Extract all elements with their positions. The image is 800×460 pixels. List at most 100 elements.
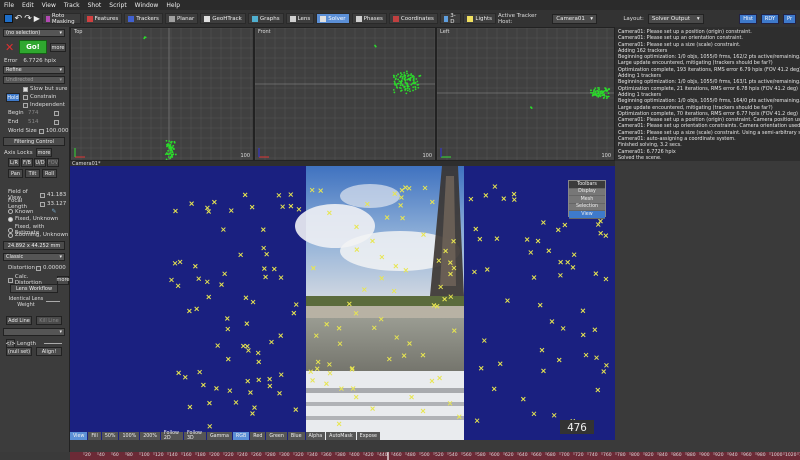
tracker-point[interactable] [599,95,602,98]
tracker-point[interactable] [172,147,175,150]
tracker-marker[interactable] [604,362,609,368]
tracker-marker[interactable] [278,333,284,339]
tracker-marker[interactable] [182,374,188,380]
room-phases-button[interactable]: Phases [351,13,387,24]
tracker-point[interactable] [607,92,610,95]
tracker-marker[interactable] [556,357,562,363]
axis-more-button[interactable]: more [36,148,52,157]
tracker-marker[interactable] [524,237,530,242]
tracker-point[interactable] [419,74,422,77]
room-3-d-button[interactable]: 3-D [439,13,462,25]
tracker-point[interactable] [397,82,400,85]
tracker-point[interactable] [393,76,395,79]
begin-checkbox[interactable] [54,110,59,116]
timeline[interactable]: 20 40 60 80 100 120 140 160 180 200 220 240 260 280 30… [70,452,800,460]
tracker-point[interactable] [399,75,402,78]
tracker-marker[interactable] [192,263,198,269]
tracker-point[interactable] [607,88,610,91]
tracker-point[interactable] [404,81,407,84]
tracker-marker[interactable] [570,265,576,270]
lock-roll-button[interactable]: Roll [42,169,57,178]
tracker-point[interactable] [404,79,406,81]
view-option-automask-button[interactable]: AutoMask [326,432,356,440]
view-option-follow-2d-button[interactable]: Follow 2D [160,431,183,441]
tracker-marker[interactable] [187,404,193,410]
room-trackers-button[interactable]: Trackers [124,13,163,24]
tracker-point[interactable] [165,139,168,142]
rdy-button[interactable]: RDY [760,13,780,24]
go-button[interactable]: Go! [19,40,47,54]
constrain-row[interactable]: Constrain [23,94,56,100]
tracker-point[interactable] [605,97,608,100]
tracker-point[interactable] [170,140,173,143]
tracker-point[interactable] [596,89,599,92]
tracker-point[interactable] [165,152,168,154]
tracker-point[interactable] [393,91,396,94]
world-size-value[interactable]: 100.000 [46,128,69,134]
menu-help[interactable]: Help [166,2,180,9]
solve-mode-select[interactable]: Refine ▾ [3,66,65,74]
menu-shot[interactable]: Shot [88,2,102,9]
tracker-point[interactable] [144,36,147,39]
tracker-point[interactable] [400,79,403,82]
tracker-point[interactable] [404,88,407,90]
calc-distortion-checkbox[interactable] [8,277,13,283]
tracker-marker[interactable] [477,236,483,242]
tracker-point[interactable] [399,72,402,74]
tracker-marker[interactable] [256,377,262,383]
tracker-point[interactable] [594,87,597,89]
view-option-100--button[interactable]: 100% [119,432,140,440]
hold-button[interactable]: Hold [6,93,20,102]
save-icon[interactable] [4,14,13,23]
tracker-point[interactable] [410,74,412,77]
tracker-point[interactable] [413,76,415,78]
room-coordinates-button[interactable]: Coordinates [388,13,438,24]
selection-toolbar-button[interactable]: Selection [569,203,605,211]
tracker-marker[interactable] [468,196,474,202]
tracker-point[interactable] [172,153,175,156]
tracker-point[interactable] [170,149,172,152]
tracker-point[interactable] [394,82,396,84]
tracker-marker[interactable] [565,259,571,265]
tracker-marker[interactable] [207,423,213,429]
pr-button[interactable]: Pr [783,13,796,24]
tracker-point[interactable] [398,86,401,89]
tracker-marker[interactable] [472,269,477,275]
align-button[interactable]: Align! [36,347,62,356]
tracker-point[interactable] [593,88,596,91]
tracker-point[interactable] [397,73,399,76]
tracker-marker[interactable] [541,220,546,225]
tracker-marker[interactable] [598,218,603,224]
view-option-50--button[interactable]: 50% [101,432,119,440]
tracker-marker[interactable] [293,302,299,307]
tracker-marker[interactable] [249,204,255,210]
tracker-marker[interactable] [528,250,534,255]
tracker-marker[interactable] [252,405,257,410]
tracker-marker[interactable] [220,227,226,232]
tracker-point[interactable] [406,89,409,92]
tracker-point[interactable] [604,87,607,90]
tracker-point[interactable] [397,78,400,81]
tracker-marker[interactable] [598,230,604,236]
world-size-spinner[interactable] [38,128,44,134]
tracker-point[interactable] [401,83,404,86]
view-option-green-button[interactable]: Green [266,432,287,440]
view-option-gamma-button[interactable]: Gamma [206,432,232,440]
lock-fb-button[interactable]: F/B [21,158,33,167]
tracker-marker[interactable] [261,245,267,251]
tracker-marker[interactable] [511,197,517,202]
tracker-point[interactable] [400,82,403,85]
tracker-marker[interactable] [267,376,272,382]
tracker-point[interactable] [174,153,177,156]
cancel-icon[interactable]: ✕ [5,41,14,54]
tracker-point[interactable] [168,140,171,143]
tracker-marker[interactable] [558,259,563,265]
lock-fov-button[interactable]: FOV [47,158,59,167]
layout-select[interactable]: Solver Output ▾ [647,13,704,24]
tracker-marker[interactable] [276,192,282,198]
tracker-marker[interactable] [593,271,599,276]
tracker-point[interactable] [408,88,411,90]
independent-checkbox[interactable] [23,102,28,108]
tracker-point[interactable] [173,140,176,143]
tracker-marker[interactable] [531,275,537,280]
